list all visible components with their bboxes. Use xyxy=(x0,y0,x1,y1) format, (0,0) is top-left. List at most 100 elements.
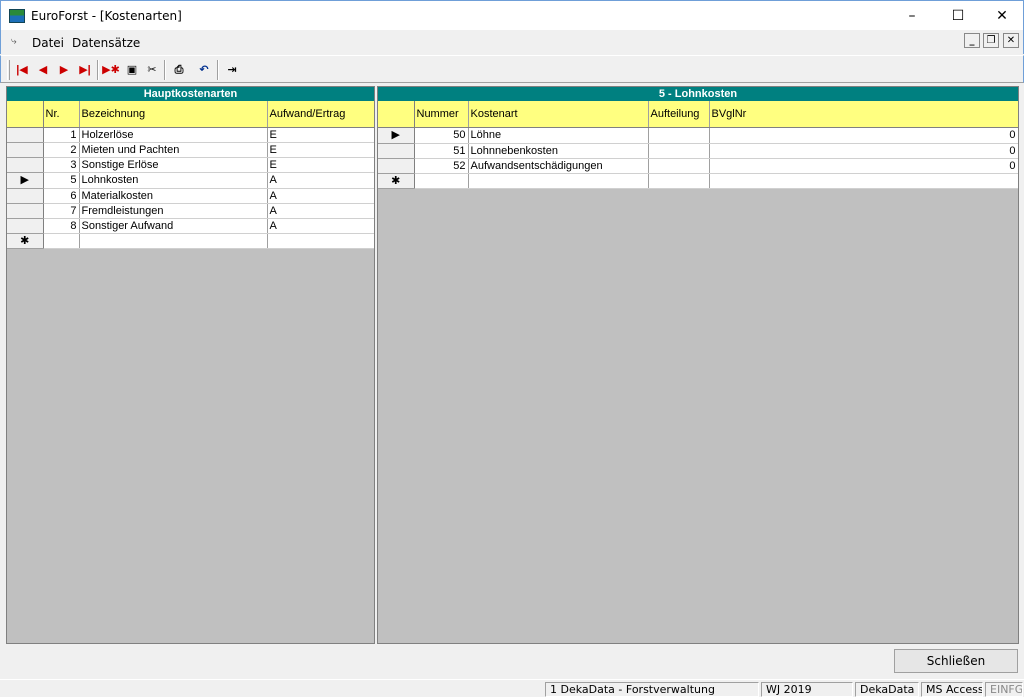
menu-datei[interactable]: Datei xyxy=(32,36,64,50)
undo-icon[interactable]: ↶ xyxy=(195,61,213,79)
cell-nummer[interactable]: 52 xyxy=(414,158,469,174)
toolbar-grip xyxy=(7,60,10,80)
cell-bezeichnung[interactable]: Mieten und Pachten xyxy=(79,142,268,158)
table-row[interactable]: 7 Fremdleistungen A xyxy=(7,203,374,219)
maximize-button[interactable]: ☐ xyxy=(935,1,981,31)
cell-bvglnr[interactable]: 0 xyxy=(709,158,1018,174)
print-icon[interactable]: ⎙ xyxy=(170,61,188,79)
row-selector[interactable] xyxy=(378,158,415,174)
table-row[interactable]: 6 Materialkosten A xyxy=(7,188,374,204)
cell-art[interactable]: E xyxy=(267,127,374,143)
row-selector[interactable] xyxy=(7,142,44,158)
menu-datensaetze[interactable]: Datensätze xyxy=(72,36,140,50)
cell-nr[interactable]: 2 xyxy=(43,142,80,158)
column-header-nr[interactable]: Nr. xyxy=(43,101,80,128)
hauptkostenarten-panel: Hauptkostenarten Nr. Bezeichnung Aufwand… xyxy=(6,86,375,644)
column-header-aufwand-ertrag[interactable]: Aufwand/Ertrag xyxy=(267,101,374,128)
cell-bezeichnung[interactable]: Fremdleistungen xyxy=(79,203,268,219)
cell-art[interactable]: E xyxy=(267,142,374,158)
mdi-child-icon[interactable]: ⤷ xyxy=(11,36,17,47)
table-row[interactable]: 3 Sonstige Erlöse E xyxy=(7,157,374,173)
cell-art[interactable]: A xyxy=(267,188,374,204)
last-record-icon[interactable]: ▶| xyxy=(76,61,94,79)
cell-bvglnr[interactable]: 0 xyxy=(709,127,1018,144)
cell-aufteilung[interactable] xyxy=(648,173,710,189)
column-header-nummer[interactable]: Nummer xyxy=(414,101,469,128)
cell-art[interactable]: A xyxy=(267,172,374,189)
row-selector[interactable] xyxy=(7,218,44,234)
cell-bvglnr[interactable]: 0 xyxy=(709,143,1018,159)
mdi-close-button[interactable]: ✕ xyxy=(1003,33,1019,48)
new-record-icon[interactable]: ▶✱ xyxy=(102,61,120,79)
new-row-icon[interactable]: ✱ xyxy=(7,233,44,249)
status-database: MS Access xyxy=(921,682,983,697)
save-icon[interactable]: ▣ xyxy=(123,61,141,79)
close-button[interactable]: ✕ xyxy=(979,1,1024,31)
minimize-button[interactable]: – xyxy=(889,1,935,31)
hauptkostenarten-grid: Nr. Bezeichnung Aufwand/Ertrag 1 Holzerl… xyxy=(7,101,374,249)
cell-bezeichnung[interactable]: Holzerlöse xyxy=(79,127,268,143)
delete-icon[interactable]: ✂ xyxy=(143,61,161,79)
first-record-icon[interactable]: |◀ xyxy=(13,61,31,79)
next-record-icon[interactable]: ▶ xyxy=(55,61,73,79)
table-row-current[interactable]: ▶ 5 Lohnkosten A xyxy=(7,172,374,189)
cell-nr[interactable] xyxy=(43,233,80,249)
table-row[interactable]: 1 Holzerlöse E xyxy=(7,127,374,143)
cell-nummer[interactable] xyxy=(414,173,469,189)
new-row-icon[interactable]: ✱ xyxy=(378,173,415,189)
cell-kostenart[interactable]: Aufwandsentschädigungen xyxy=(468,158,649,174)
cell-nr[interactable]: 3 xyxy=(43,157,80,173)
window-title: EuroForst - [Kostenarten] xyxy=(31,9,182,23)
exit-icon[interactable]: ⇥ xyxy=(223,61,241,79)
table-row-current[interactable]: ▶ 50 Löhne 0 xyxy=(378,127,1018,144)
row-selector[interactable] xyxy=(7,157,44,173)
row-selector[interactable] xyxy=(7,203,44,219)
cell-nr[interactable]: 8 xyxy=(43,218,80,234)
cell-bezeichnung[interactable] xyxy=(79,233,268,249)
mdi-minimize-button[interactable]: _ xyxy=(964,33,980,48)
cell-bezeichnung[interactable]: Sonstiger Aufwand xyxy=(79,218,268,234)
cell-bezeichnung[interactable]: Lohnkosten xyxy=(79,172,268,189)
row-selector[interactable] xyxy=(378,143,415,159)
schliessen-button[interactable]: Schließen xyxy=(894,649,1018,673)
cell-aufteilung[interactable] xyxy=(648,143,710,159)
cell-nr[interactable]: 1 xyxy=(43,127,80,143)
cell-bezeichnung[interactable]: Sonstige Erlöse xyxy=(79,157,268,173)
column-header-bvglnr[interactable]: BVglNr xyxy=(709,101,1018,128)
current-row-icon[interactable]: ▶ xyxy=(7,172,44,189)
cell-nr[interactable]: 5 xyxy=(43,172,80,189)
cell-kostenart[interactable] xyxy=(468,173,649,189)
cell-bvglnr[interactable] xyxy=(709,173,1018,189)
cell-art[interactable]: A xyxy=(267,203,374,219)
cell-nummer[interactable]: 51 xyxy=(414,143,469,159)
cell-kostenart[interactable]: Löhne xyxy=(468,127,649,144)
table-row-new[interactable]: ✱ xyxy=(7,233,374,249)
table-row-new[interactable]: ✱ xyxy=(378,173,1018,189)
cell-aufteilung[interactable] xyxy=(648,127,710,144)
column-header-kostenart[interactable]: Kostenart xyxy=(468,101,649,128)
row-selector[interactable] xyxy=(7,188,44,204)
table-row[interactable]: 51 Lohnnebenkosten 0 xyxy=(378,143,1018,159)
cell-kostenart[interactable]: Lohnnebenkosten xyxy=(468,143,649,159)
status-insert-mode: EINFG xyxy=(985,682,1023,697)
cell-art[interactable] xyxy=(267,233,374,249)
grid-corner[interactable] xyxy=(378,101,415,128)
cell-bezeichnung[interactable]: Materialkosten xyxy=(79,188,268,204)
cell-aufteilung[interactable] xyxy=(648,158,710,174)
column-header-bezeichnung[interactable]: Bezeichnung xyxy=(79,101,268,128)
column-header-aufteilung[interactable]: Aufteilung xyxy=(648,101,710,128)
table-row[interactable]: 2 Mieten und Pachten E xyxy=(7,142,374,158)
grid-corner[interactable] xyxy=(7,101,44,128)
mdi-restore-button[interactable]: ❐ xyxy=(983,33,999,48)
cell-nr[interactable]: 7 xyxy=(43,203,80,219)
cell-nr[interactable]: 6 xyxy=(43,188,80,204)
cell-art[interactable]: E xyxy=(267,157,374,173)
current-row-icon[interactable]: ▶ xyxy=(378,127,415,144)
row-selector[interactable] xyxy=(7,127,44,143)
status-company: 1 DekaData - Forstverwaltung xyxy=(545,682,759,697)
table-row[interactable]: 52 Aufwandsentschädigungen 0 xyxy=(378,158,1018,174)
table-row[interactable]: 8 Sonstiger Aufwand A xyxy=(7,218,374,234)
prev-record-icon[interactable]: ◀ xyxy=(34,61,52,79)
cell-nummer[interactable]: 50 xyxy=(414,127,469,144)
cell-art[interactable]: A xyxy=(267,218,374,234)
